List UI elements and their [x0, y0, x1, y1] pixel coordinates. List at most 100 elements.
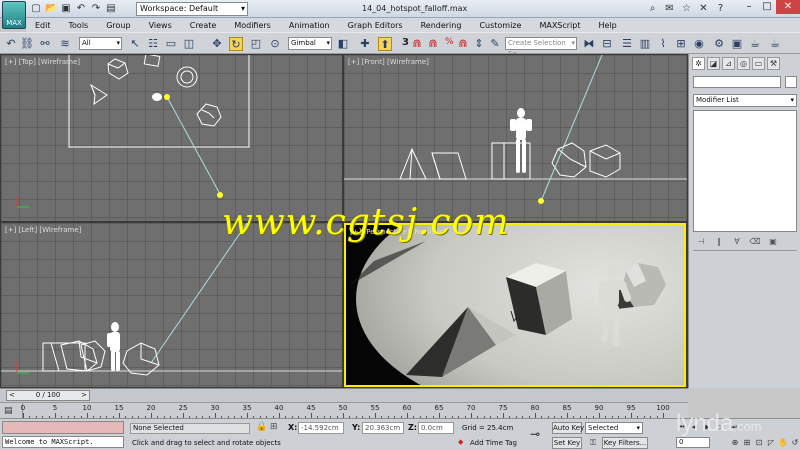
mini-curve-editor-icon[interactable]: ▤ [4, 405, 18, 417]
viewport-perspective[interactable]: [+] [Perspective] [Realistic] [344, 223, 686, 387]
time-slider-thumb[interactable]: < 0 / 100 > [6, 390, 90, 401]
viewport-front[interactable]: [+] [Front] [Wireframe] [344, 55, 687, 221]
track-bar[interactable]: ▤ 0 5 10 15 20 25 30 35 40 45 50 55 60 65 70 75 80 85 90 95… [0, 402, 688, 419]
x-coordinate-field[interactable]: -14.592cm [298, 422, 344, 434]
key-mode-icon[interactable]: ⊸ [530, 427, 540, 441]
viewport-left[interactable]: [+] [Left] [Wireframe] [1, 223, 342, 387]
open-file-icon[interactable]: 📂 [45, 3, 57, 15]
select-and-place-icon[interactable]: ⊙ [268, 37, 282, 51]
minimize-icon[interactable]: – [740, 0, 758, 14]
window-crossing-icon[interactable]: ◫ [182, 37, 196, 51]
menu-customize[interactable]: Customize [479, 21, 521, 30]
menu-help[interactable]: Help [599, 21, 617, 30]
hierarchy-tab-icon[interactable]: ⊿ [722, 57, 735, 70]
application-button[interactable]: MAX [2, 1, 26, 29]
orbit-icon[interactable]: ↺ [790, 437, 800, 448]
select-manipulate-icon[interactable]: ✚ [358, 37, 372, 51]
add-time-tag[interactable]: Add Time Tag [470, 439, 517, 447]
object-color-swatch[interactable] [785, 76, 797, 88]
maxscript-listener-mini[interactable] [2, 421, 124, 434]
maximize-icon[interactable]: □ [758, 0, 776, 14]
zoom-all-icon[interactable]: ⊞ [742, 437, 752, 448]
current-frame-field[interactable]: 0 [676, 437, 710, 448]
spinner-arrows-icon[interactable]: ⇕ [472, 37, 486, 51]
menu-rendering[interactable]: Rendering [421, 21, 462, 30]
select-and-link-icon[interactable]: ⛓ [20, 37, 34, 51]
workspace-dropdown[interactable]: Workspace: Default [136, 2, 248, 16]
select-object-icon[interactable]: ↖ [128, 37, 142, 51]
exchange-icon[interactable]: ✕ [697, 2, 710, 15]
select-and-rotate-icon[interactable]: ↻ [229, 37, 243, 51]
zoom-icon[interactable]: ⊕ [730, 437, 740, 448]
menu-maxscript[interactable]: MAXScript [539, 21, 580, 30]
object-name-field[interactable] [693, 76, 781, 88]
keyboard-shortcut-override-icon[interactable]: ⬆ [378, 37, 392, 51]
reference-coordinate-dropdown[interactable]: Gimbal [288, 37, 332, 50]
help-icon[interactable]: ? [714, 2, 727, 15]
layer-explorer-icon[interactable]: ☰ [620, 37, 634, 51]
y-coordinate-field[interactable]: 20.363cm [362, 422, 404, 434]
modify-tab-icon[interactable]: ◪ [707, 57, 720, 70]
menu-tools[interactable]: Tools [69, 21, 89, 30]
angle-snap-icon[interactable]: ⋒ [426, 37, 440, 51]
key-filters-button[interactable]: Key Filters... [602, 437, 648, 449]
unlink-icon[interactable]: ⚯ [38, 37, 52, 51]
selection-filter-dropdown[interactable]: All [79, 37, 122, 50]
curve-editor-icon[interactable]: ⌇ [656, 37, 670, 51]
viewport-front-label[interactable]: [+] [Front] [Wireframe] [348, 58, 429, 66]
menu-graph-editors[interactable]: Graph Editors [348, 21, 403, 30]
binoculars-icon[interactable]: ⌕ [646, 2, 659, 15]
viewport-top[interactable]: [+] [Top] [Wireframe] [1, 55, 342, 221]
menu-views[interactable]: Views [149, 21, 172, 30]
configure-sets-icon[interactable]: ▣ [767, 237, 779, 247]
select-and-move-icon[interactable]: ✥ [210, 37, 224, 51]
time-slider[interactable]: < 0 / 100 > [0, 388, 688, 402]
render-production-icon[interactable]: ☕ [748, 37, 762, 51]
schematic-view-icon[interactable]: ⊞ [674, 37, 688, 51]
named-selection-sets-dropdown[interactable]: Create Selection Se [505, 37, 577, 58]
pan-icon[interactable]: ✋ [778, 437, 788, 448]
undo-icon[interactable]: ↶ [75, 3, 87, 15]
menu-edit[interactable]: Edit [35, 21, 51, 30]
redo-icon[interactable]: ↷ [90, 3, 102, 15]
rendered-frame-window-icon[interactable]: ▣ [730, 37, 744, 51]
auto-key-button[interactable]: Auto Key [552, 422, 584, 434]
edit-named-selection-icon[interactable]: ✎ [488, 37, 502, 51]
use-pivot-point-icon[interactable]: ◧ [336, 37, 350, 51]
menu-modifiers[interactable]: Modifiers [234, 21, 271, 30]
next-frame-arrow-icon[interactable]: > [81, 391, 87, 400]
prev-frame-arrow-icon[interactable]: < [9, 391, 15, 400]
spinner-snap-icon[interactable]: ⋒ [456, 37, 470, 51]
percent-snap-icon[interactable]: % [445, 37, 454, 47]
rectangular-selection-icon[interactable]: ▭ [164, 37, 178, 51]
mirror-icon[interactable]: ⧓ [582, 37, 596, 51]
create-tab-icon[interactable]: ✲ [692, 57, 705, 70]
timeline-ruler[interactable]: 0 5 10 15 20 25 30 35 40 45 50 55 60 65 70 75 80 85 90 95 10… [21, 403, 670, 419]
zoom-extents-icon[interactable]: ⊡ [754, 437, 764, 448]
utilities-tab-icon[interactable]: ⚒ [767, 57, 780, 70]
motion-tab-icon[interactable]: ◎ [737, 57, 750, 70]
toggle-ribbon-icon[interactable]: ▥ [638, 37, 652, 51]
project-folder-icon[interactable]: ▤ [105, 3, 117, 15]
render-setup-icon[interactable]: ⚙ [712, 37, 726, 51]
snaps-toggle-icon[interactable]: ⋒ [410, 37, 424, 51]
display-tab-icon[interactable]: ▭ [752, 57, 765, 70]
menu-group[interactable]: Group [106, 21, 130, 30]
communication-icon[interactable]: ☆ [680, 2, 693, 15]
save-file-icon[interactable]: ▣ [60, 3, 72, 15]
pin-stack-icon[interactable]: ⊣ [695, 237, 707, 247]
subscription-icon[interactable]: ✉ [663, 2, 676, 15]
undo-toolbar-icon[interactable]: ↶ [4, 37, 18, 51]
modifier-stack[interactable] [693, 110, 797, 232]
menu-create[interactable]: Create [190, 21, 217, 30]
viewport-top-label[interactable]: [+] [Top] [Wireframe] [5, 58, 80, 66]
select-and-scale-icon[interactable]: ◰ [249, 37, 263, 51]
fov-icon[interactable]: ◸ [766, 437, 776, 448]
bind-space-warp-icon[interactable]: ≋ [58, 37, 72, 51]
make-unique-icon[interactable]: ∀ [731, 237, 743, 247]
select-by-name-icon[interactable]: ☷ [146, 37, 160, 51]
material-editor-icon[interactable]: ◉ [692, 37, 706, 51]
viewport-left-label[interactable]: [+] [Left] [Wireframe] [5, 226, 81, 234]
render-iterative-icon[interactable]: ☕ [768, 37, 782, 51]
key-set-dropdown[interactable]: Selected [585, 422, 643, 434]
